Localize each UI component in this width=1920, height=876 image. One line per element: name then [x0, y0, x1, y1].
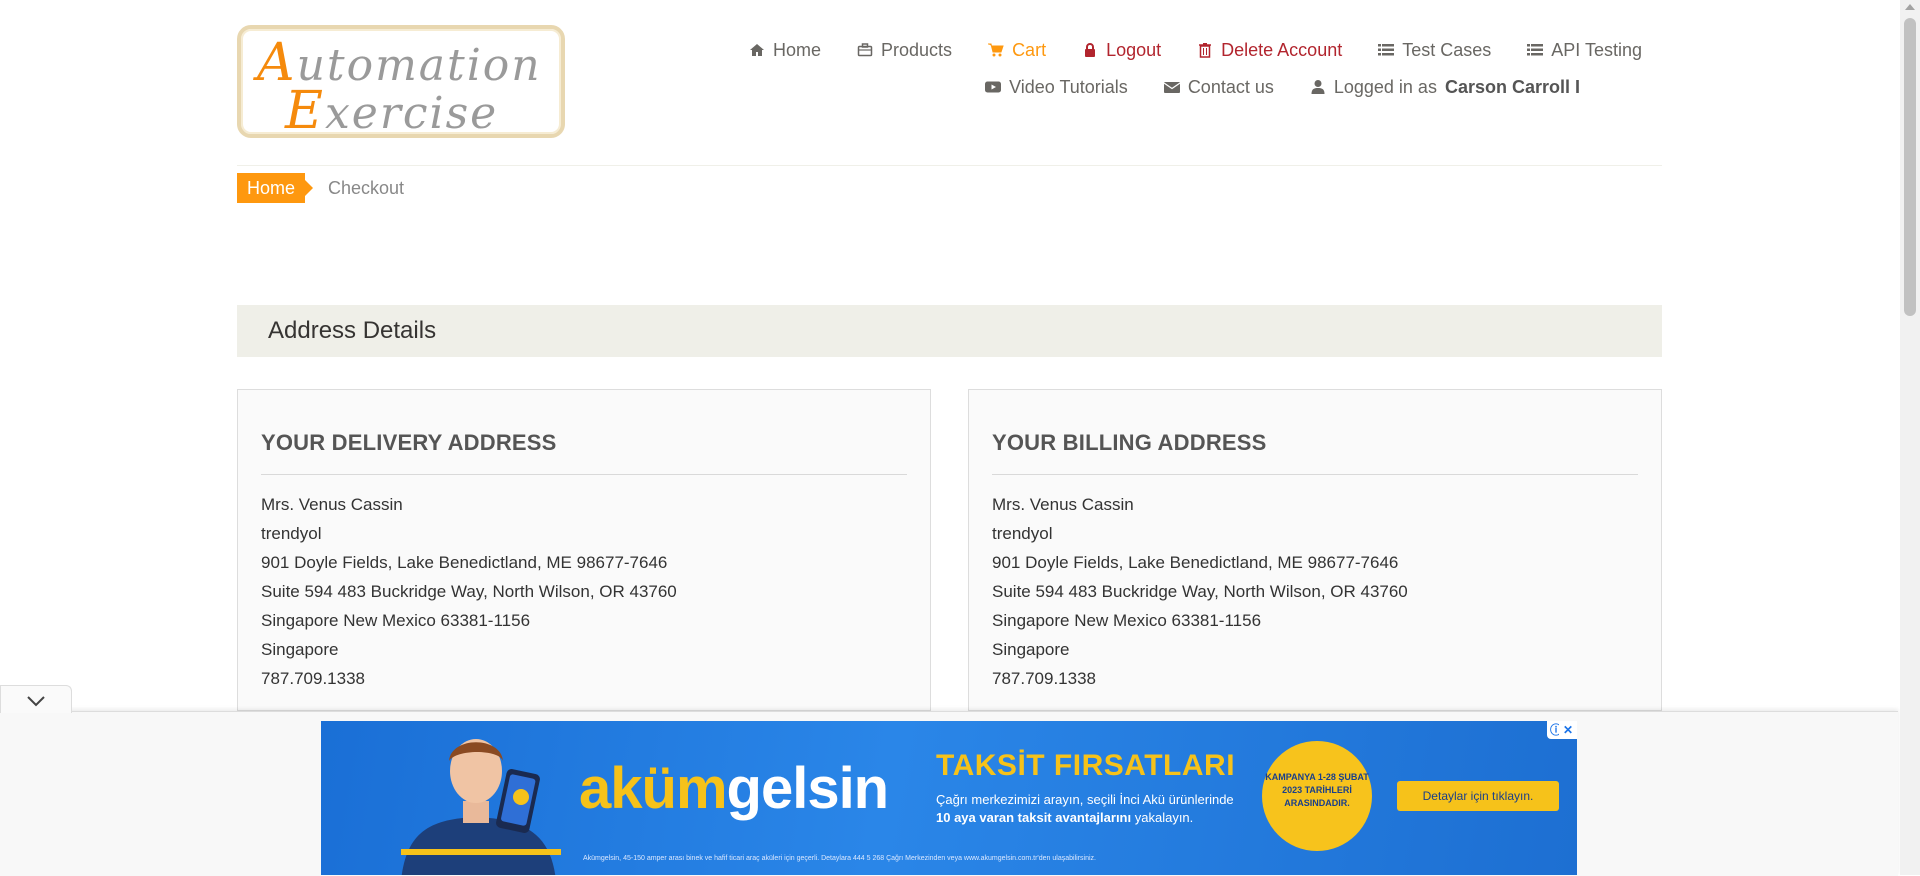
nav-logout[interactable]: Logout	[1082, 40, 1161, 61]
ad-brand-part-2: gelsin	[726, 756, 890, 821]
page-scrollbar[interactable]	[1900, 0, 1920, 875]
nav-contact-us[interactable]: Contact us	[1163, 76, 1274, 98]
billing-city-state-zip: Singapore New Mexico 63381-1156	[992, 611, 1262, 630]
billing-phone: 787.709.1338	[992, 669, 1096, 688]
billing-name: Mrs. Venus Cassin	[992, 495, 1134, 514]
logo-text-1: utomation	[296, 40, 542, 91]
delivery-country: Singapore	[261, 640, 339, 659]
ad-fine-print: Akümgelsin, 45-150 amper arası binek ve …	[583, 855, 1096, 862]
billing-country: Singapore	[992, 640, 1070, 659]
ad-sub-line-2-bold: 10 aya varan taksit avantajlarını	[936, 810, 1132, 825]
nav-video-tutorials[interactable]: Video Tutorials	[985, 77, 1128, 98]
billing-address-title: YOUR BILLING ADDRESS	[992, 430, 1638, 475]
nav-row-1: Home Products Cart Logout Delete Account…	[642, 36, 1642, 64]
ad-brand-part-1: aküm	[579, 756, 728, 821]
list-icon	[1378, 44, 1395, 56]
envelope-icon	[1163, 82, 1180, 93]
billing-address2: Suite 594 483 Buckridge Way, North Wilso…	[992, 582, 1408, 601]
ad-subtitle: Çağrı merkezimizi arayın, seçili İnci Ak…	[936, 791, 1296, 827]
ad-title: TAKSİT FIRSATLARI	[936, 749, 1236, 782]
delivery-city-state-zip: Singapore New Mexico 63381-1156	[261, 611, 531, 630]
ad-sub-line-2-tail: yakalayın.	[1131, 810, 1194, 825]
list-icon	[1527, 44, 1544, 56]
logo-cap-e: E	[285, 81, 325, 141]
nav-video-tutorials-label: Video Tutorials	[1009, 76, 1128, 97]
ad-person-illustration	[401, 739, 561, 875]
ad-sub-line-1: Çağrı merkezimizi arayın, seçili İnci Ak…	[936, 792, 1234, 807]
billing-address1: 901 Doyle Fields, Lake Benedictland, ME …	[992, 553, 1399, 572]
delivery-address2: Suite 594 483 Buckridge Way, North Wilso…	[261, 582, 677, 601]
scrollbar-thumb[interactable]	[1904, 18, 1916, 316]
cart-icon	[988, 43, 1004, 57]
ad-details-button[interactable]: Detaylar için tıklayın.	[1397, 781, 1559, 811]
lock-icon	[1085, 43, 1096, 57]
delivery-address-box: YOUR DELIVERY ADDRESS Mrs. Venus Cassin …	[237, 389, 931, 711]
site-logo[interactable]: Automation Exercise	[237, 25, 565, 138]
ad-close-icon[interactable]: ✕	[1559, 721, 1577, 739]
address-details-heading: Address Details	[237, 305, 1662, 357]
nav-api-testing[interactable]: API Testing	[1527, 40, 1642, 61]
nav-products[interactable]: Products	[857, 40, 952, 61]
nav-logout-label: Logout	[1106, 39, 1162, 60]
header-divider	[237, 165, 1662, 166]
nav-cart[interactable]: Cart	[988, 40, 1046, 61]
scroll-up-arrow-icon[interactable]	[1905, 4, 1915, 10]
nav-home-label: Home	[773, 39, 822, 60]
breadcrumb-home-link[interactable]: Home	[237, 173, 314, 203]
ad-brand-logo: akümgelsin	[579, 755, 890, 822]
nav-row-2: Video Tutorials Contact us Logged in as …	[642, 73, 1642, 101]
logged-in-username: Carson Carroll I	[1444, 76, 1580, 97]
delivery-address-title: YOUR DELIVERY ADDRESS	[261, 430, 907, 475]
nav-products-label: Products	[881, 39, 953, 60]
ad-collapse-toggle[interactable]	[0, 685, 72, 713]
home-icon	[750, 44, 764, 56]
main-nav: Home Products Cart Logout Delete Account…	[642, 36, 1642, 110]
briefcase-icon	[857, 43, 873, 57]
delivery-name: Mrs. Venus Cassin	[261, 495, 403, 514]
youtube-play-icon	[985, 81, 1002, 93]
delivery-address1: 901 Doyle Fields, Lake Benedictland, ME …	[261, 553, 668, 572]
nav-test-cases[interactable]: Test Cases	[1378, 40, 1491, 61]
logo-text-2: xercise	[324, 88, 499, 139]
nav-contact-us-label: Contact us	[1187, 76, 1274, 97]
delivery-company: trendyol	[261, 524, 322, 543]
nav-logged-in: Logged in as Carson Carroll I	[1310, 77, 1580, 98]
nav-test-cases-label: Test Cases	[1402, 39, 1492, 60]
breadcrumb: Home Checkout	[237, 173, 404, 203]
logged-in-prefix: Logged in as	[1333, 76, 1437, 97]
nav-api-testing-label: API Testing	[1551, 39, 1642, 60]
nav-delete-account[interactable]: Delete Account	[1197, 40, 1342, 61]
delivery-phone: 787.709.1338	[261, 669, 365, 688]
nav-home[interactable]: Home	[749, 40, 821, 61]
ad-campaign-badge: KAMPANYA 1-28 ŞUBAT 2023 TARİHLERİ ARASI…	[1262, 741, 1372, 851]
nav-cart-label: Cart	[1012, 39, 1047, 60]
advertisement-banner[interactable]: akümgelsin TAKSİT FIRSATLARI Çağrı merke…	[321, 721, 1577, 875]
billing-company: trendyol	[992, 524, 1053, 543]
trash-icon	[1199, 43, 1212, 58]
nav-delete-account-label: Delete Account	[1221, 39, 1343, 60]
billing-address-box: YOUR BILLING ADDRESS Mrs. Venus Cassin t…	[968, 389, 1662, 711]
user-icon	[1311, 80, 1325, 94]
chevron-down-icon	[27, 696, 45, 707]
logo-line-2: Exercise	[285, 85, 498, 137]
breadcrumb-current: Checkout	[328, 177, 405, 198]
